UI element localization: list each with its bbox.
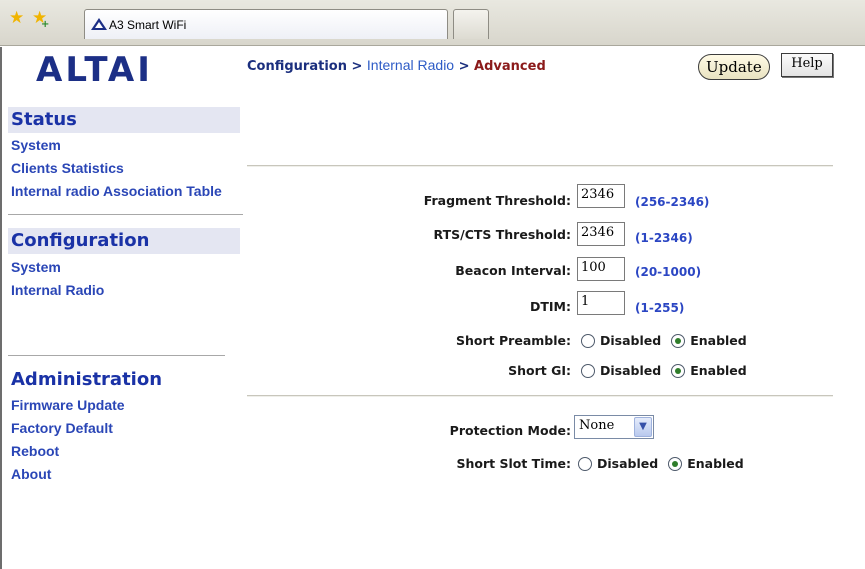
breadcrumb-configuration[interactable]: Configuration xyxy=(247,59,347,74)
sidebar-item-internal-radio[interactable]: Internal Radio xyxy=(11,282,104,298)
altai-logo-icon xyxy=(91,18,107,30)
breadcrumb-separator: > xyxy=(346,59,367,74)
radio-label-enabled: Enabled xyxy=(690,363,747,378)
new-tab-button[interactable] xyxy=(453,9,489,39)
sidebar-item-clients-statistics[interactable]: Clients Statistics xyxy=(11,160,124,176)
sidebar-item-firmware-update[interactable]: Firmware Update xyxy=(11,397,125,413)
dtim-input[interactable]: 1 xyxy=(577,291,625,315)
tab-title: A3 Smart WiFi xyxy=(109,18,187,32)
section-divider xyxy=(247,395,833,397)
rts-cts-threshold-input[interactable]: 2346 xyxy=(577,222,625,246)
beacon-interval-input[interactable]: 100 xyxy=(577,257,625,281)
sidebar-divider xyxy=(8,355,225,356)
tab-a3-smart-wifi[interactable]: A3 Smart WiFi xyxy=(84,9,448,39)
beacon-interval-label: Beacon Interval: xyxy=(455,263,571,278)
sidebar-heading-configuration: Configuration xyxy=(8,228,240,254)
browser-tab-bar: ★ ★ + A3 Smart WiFi xyxy=(0,0,865,46)
star-icon[interactable]: ★ xyxy=(9,10,24,27)
short-preamble-enabled-radio[interactable] xyxy=(671,333,686,348)
protection-mode-value: None xyxy=(579,418,615,433)
sidebar-item-status-system[interactable]: System xyxy=(11,137,61,153)
short-gi-disabled-radio[interactable] xyxy=(581,363,595,378)
update-button[interactable]: Update xyxy=(698,54,770,80)
short-preamble-radio-group: Disabled Enabled xyxy=(581,333,757,348)
sidebar-item-about[interactable]: About xyxy=(11,466,51,482)
radio-label-enabled: Enabled xyxy=(687,456,744,471)
protection-mode-label: Protection Mode: xyxy=(449,423,571,438)
short-gi-radio-group: Disabled Enabled xyxy=(581,363,757,378)
short-slot-time-disabled-radio[interactable] xyxy=(578,456,592,471)
breadcrumb-separator: > xyxy=(454,59,475,74)
sidebar-item-config-system[interactable]: System xyxy=(11,259,61,275)
breadcrumb-internal-radio[interactable]: Internal Radio xyxy=(367,57,454,73)
short-gi-enabled-radio[interactable] xyxy=(671,363,686,378)
radio-label-disabled: Disabled xyxy=(597,456,659,471)
protection-mode-select[interactable]: None ▼ xyxy=(574,415,654,439)
short-gi-label: Short GI: xyxy=(508,363,571,378)
short-slot-time-label: Short Slot Time: xyxy=(456,456,572,471)
beacon-interval-range: (20-1000) xyxy=(635,265,702,279)
chevron-down-icon[interactable]: ▼ xyxy=(634,417,652,437)
breadcrumb-advanced: Advanced xyxy=(474,59,546,74)
rts-cts-threshold-range: (1-2346) xyxy=(635,231,693,245)
sidebar-divider xyxy=(8,214,243,215)
sidebar-heading-administration: Administration xyxy=(11,369,163,390)
altai-logo: ALTAI xyxy=(36,50,153,90)
radio-label-enabled: Enabled xyxy=(690,333,747,348)
rts-cts-threshold-label: RTS/CTS Threshold: xyxy=(433,227,571,242)
sidebar-item-association-table[interactable]: Internal radio Association Table xyxy=(11,183,222,199)
fragment-threshold-range: (256-2346) xyxy=(635,195,710,209)
radio-label-disabled: Disabled xyxy=(600,363,662,378)
fragment-threshold-input[interactable]: 2346 xyxy=(577,184,625,208)
help-button[interactable]: Help xyxy=(781,53,833,77)
sidebar-item-reboot[interactable]: Reboot xyxy=(11,443,59,459)
fragment-threshold-label: Fragment Threshold: xyxy=(423,193,571,208)
dtim-range: (1-255) xyxy=(635,301,685,315)
sidebar-heading-status: Status xyxy=(8,107,240,133)
sidebar-item-factory-default[interactable]: Factory Default xyxy=(11,420,113,436)
short-slot-time-enabled-radio[interactable] xyxy=(668,456,683,471)
star-plus-icon[interactable]: ★ + xyxy=(32,10,49,31)
short-preamble-label: Short Preamble: xyxy=(456,333,571,348)
breadcrumb: Configuration > Internal Radio > Advance… xyxy=(247,57,546,74)
short-preamble-disabled-radio[interactable] xyxy=(581,333,595,348)
dtim-label: DTIM: xyxy=(530,299,571,314)
section-divider xyxy=(247,165,833,167)
page-content: ALTAI Status System Clients Statistics I… xyxy=(0,47,865,569)
short-slot-time-radio-group: Disabled Enabled xyxy=(578,456,754,471)
radio-label-disabled: Disabled xyxy=(600,333,662,348)
